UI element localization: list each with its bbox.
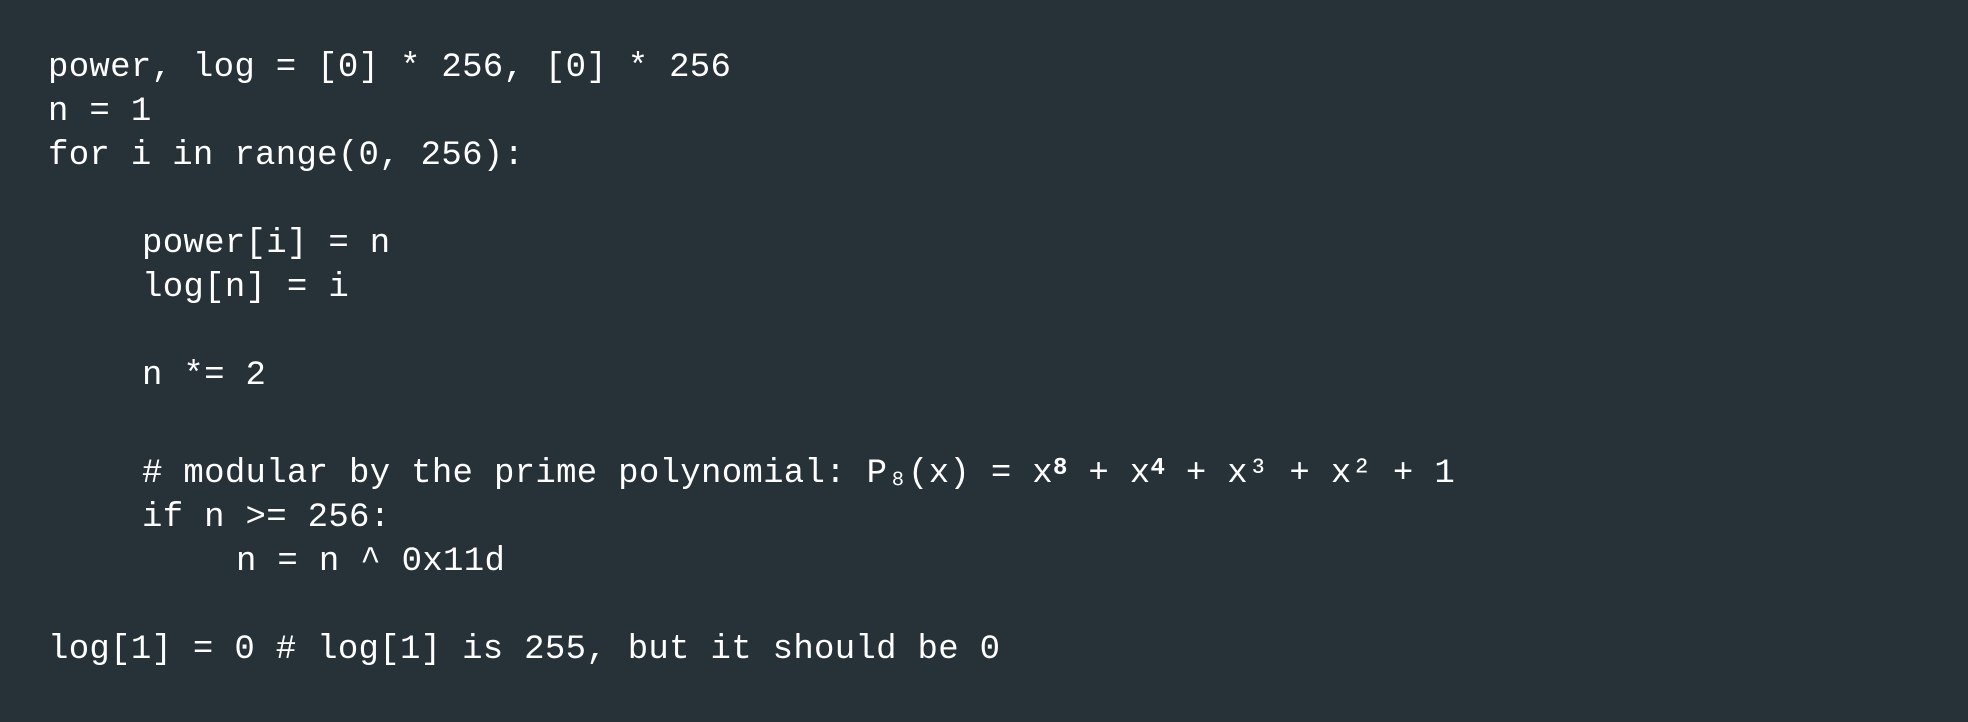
code-line-2: n = 1 bbox=[48, 93, 152, 131]
code-line-8: if n >= 256: bbox=[142, 499, 391, 537]
code-panel: power, log = [0] * 256, [0] * 256 n = 1 … bbox=[0, 0, 1968, 722]
code-line-1: power, log = [0] * 256, [0] * 256 bbox=[48, 49, 732, 87]
code-line-10: log[1] = 0 # log[1] is 255, but it shoul… bbox=[48, 631, 1001, 669]
code-line-5: log[n] = i bbox=[142, 269, 350, 307]
code-line-7-comment: # modular by the prime polynomial: P₈(x)… bbox=[142, 452, 1455, 496]
code-line-3: for i in range(0, 256): bbox=[48, 137, 525, 175]
code-line-4: power[i] = n bbox=[142, 225, 391, 263]
exponent-4: 4 bbox=[1150, 454, 1166, 482]
comment-suffix: + x³ + x² + 1 bbox=[1165, 455, 1456, 493]
code-line-6: n *= 2 bbox=[142, 357, 267, 395]
comment-prefix: # modular by the prime polynomial: P₈(x)… bbox=[142, 455, 1053, 493]
exponent-8: 8 bbox=[1052, 454, 1068, 482]
comment-mid: + x bbox=[1067, 455, 1151, 493]
code-line-9: n = n ^ 0x11d bbox=[236, 543, 506, 581]
